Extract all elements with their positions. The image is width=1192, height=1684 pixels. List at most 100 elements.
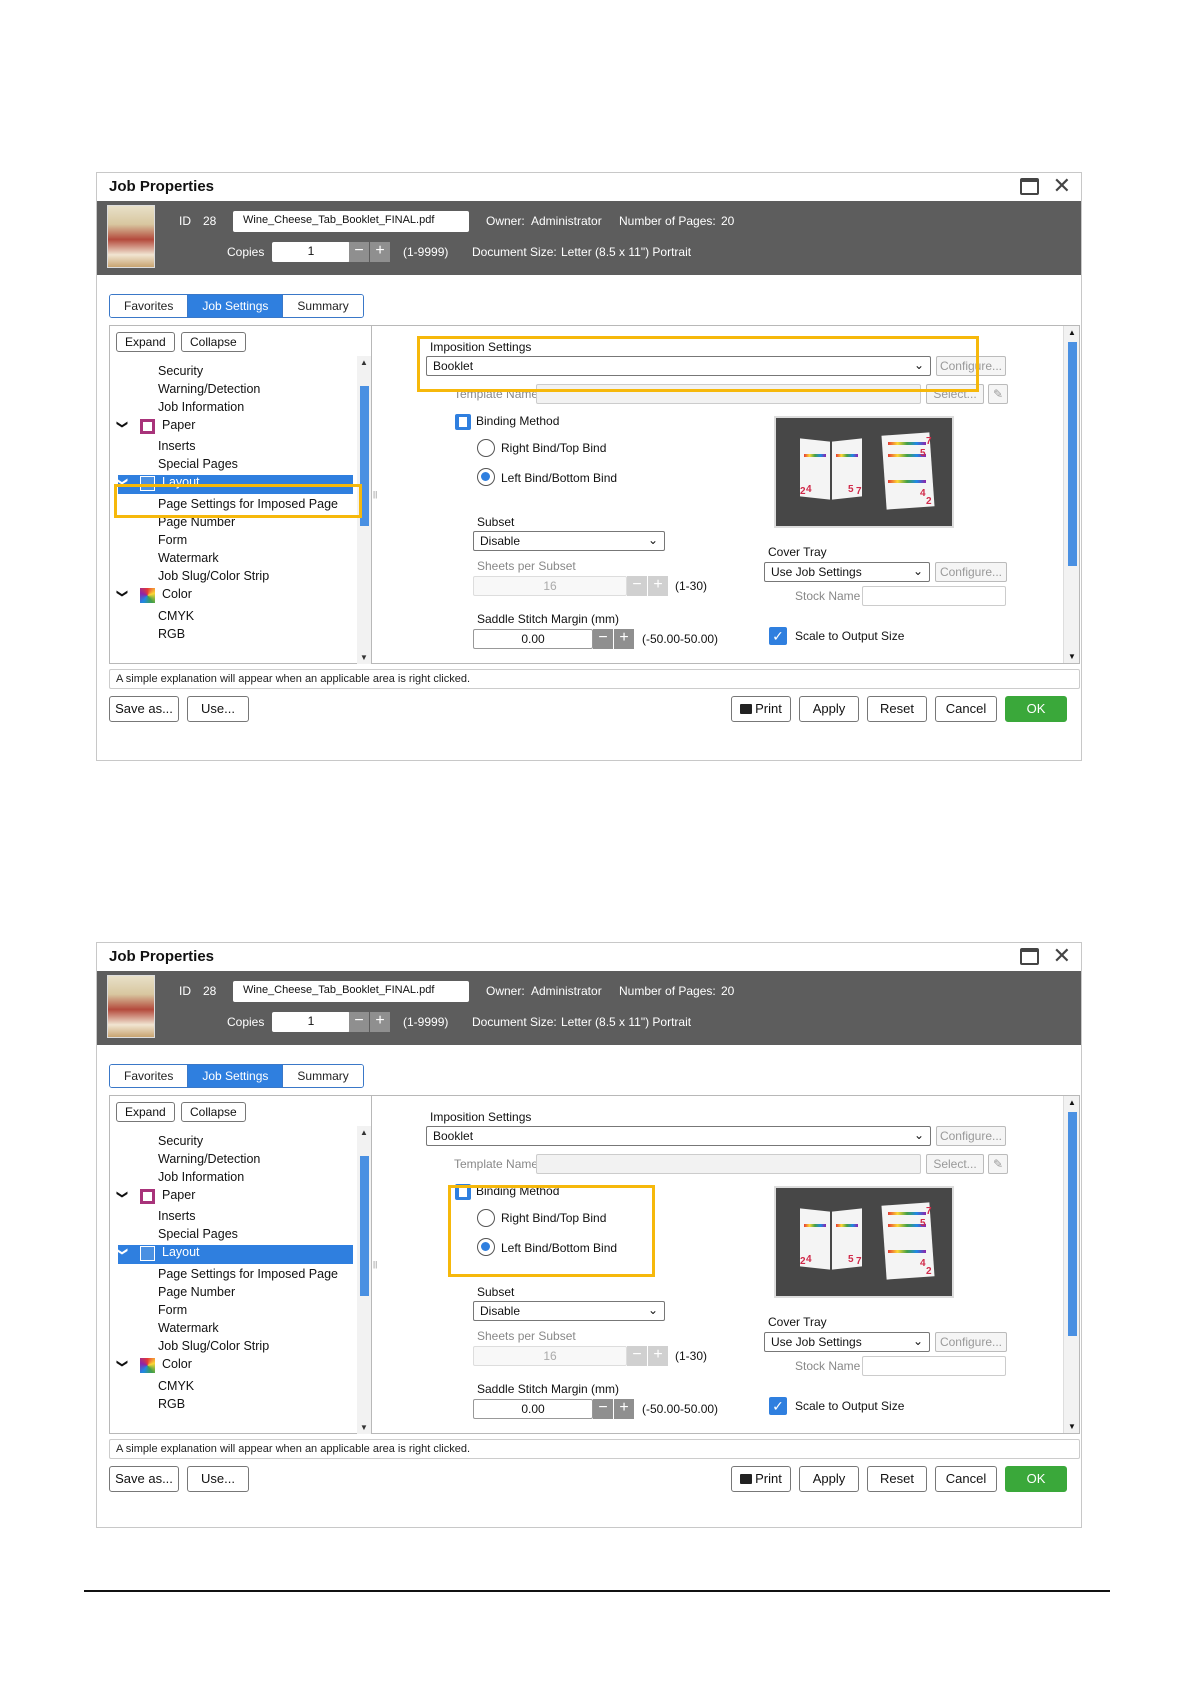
apply-button[interactable]: Apply <box>799 696 859 722</box>
template-select-button[interactable]: Select... <box>926 1154 984 1174</box>
tree-cat-color[interactable]: ❯ Color <box>116 1357 353 1376</box>
subset-select[interactable]: Disable ⌄ <box>473 531 665 551</box>
print-button[interactable]: Print <box>731 696 791 722</box>
radio-left-bind[interactable] <box>477 1238 495 1256</box>
tree-item-special-pages[interactable]: Special Pages <box>158 457 238 471</box>
filename-field[interactable]: Wine_Cheese_Tab_Booklet_FINAL.pdf <box>233 211 469 232</box>
cancel-button[interactable]: Cancel <box>935 1466 997 1492</box>
sheets-input[interactable]: 16 <box>473 1346 627 1366</box>
copies-minus-button[interactable]: − <box>349 242 369 262</box>
tree-cat-paper[interactable]: ❯ Paper <box>116 1188 353 1207</box>
tree-cat-layout[interactable]: ❯ Layout <box>116 475 353 494</box>
tree-item-security[interactable]: Security <box>158 1134 203 1148</box>
edit-icon[interactable]: ✎ <box>988 384 1008 404</box>
stock-input[interactable] <box>862 586 1006 606</box>
tree-item-warning-detection[interactable]: Warning/Detection <box>158 382 260 396</box>
copies-plus-button[interactable]: + <box>370 242 390 262</box>
tab-job-settings[interactable]: Job Settings <box>188 1065 284 1087</box>
scroll-down-icon[interactable]: ▼ <box>1068 652 1076 661</box>
tree-item-page-settings-imposed[interactable]: Page Settings for Imposed Page <box>158 497 338 511</box>
tab-summary[interactable]: Summary <box>283 1065 363 1087</box>
imposition-select[interactable]: Booklet ⌄ <box>426 356 931 376</box>
cover-configure-button[interactable]: Configure... <box>935 562 1007 582</box>
scroll-down-icon[interactable]: ▼ <box>1068 1422 1076 1431</box>
tree-cat-layout[interactable]: ❯ Layout <box>116 1245 353 1264</box>
tree-item-page-number[interactable]: Page Number <box>158 515 235 529</box>
tab-favorites[interactable]: Favorites <box>110 1065 189 1087</box>
reset-button[interactable]: Reset <box>867 696 927 722</box>
template-input[interactable] <box>536 1154 921 1174</box>
chevron-down-icon[interactable]: ❯ <box>116 1190 129 1199</box>
tree-scrollbar[interactable]: ▲ ▼ <box>357 356 371 664</box>
radio-right-bind[interactable] <box>477 439 495 457</box>
chevron-down-icon[interactable]: ❯ <box>116 1359 129 1368</box>
tree-scrollbar[interactable]: ▲ ▼ <box>357 1126 371 1434</box>
chevron-down-icon[interactable]: ❯ <box>116 477 129 486</box>
save-as-button[interactable]: Save as... <box>109 1466 179 1492</box>
tree-item-inserts[interactable]: Inserts <box>158 1209 196 1223</box>
saddle-minus-button[interactable]: − <box>593 629 613 649</box>
copies-minus-button[interactable]: − <box>349 1012 369 1032</box>
radio-right-bind[interactable] <box>477 1209 495 1227</box>
tree-scroll-thumb[interactable] <box>360 386 369 526</box>
scroll-down-icon[interactable]: ▼ <box>360 653 368 662</box>
scroll-up-icon[interactable]: ▲ <box>360 358 368 367</box>
tree-item-form[interactable]: Form <box>158 533 187 547</box>
close-icon[interactable]: ✕ <box>1053 943 1071 969</box>
tree-item-security[interactable]: Security <box>158 364 203 378</box>
apply-button[interactable]: Apply <box>799 1466 859 1492</box>
tree-item-job-slug[interactable]: Job Slug/Color Strip <box>158 569 269 583</box>
tree-item-job-slug[interactable]: Job Slug/Color Strip <box>158 1339 269 1353</box>
imposition-select[interactable]: Booklet ⌄ <box>426 1126 931 1146</box>
scroll-down-icon[interactable]: ▼ <box>360 1423 368 1432</box>
edit-icon[interactable]: ✎ <box>988 1154 1008 1174</box>
tree-cat-paper[interactable]: ❯ Paper <box>116 418 353 437</box>
scroll-up-icon[interactable]: ▲ <box>1068 1098 1076 1107</box>
save-as-button[interactable]: Save as... <box>109 696 179 722</box>
tree-item-rgb[interactable]: RGB <box>158 627 185 641</box>
chevron-down-icon[interactable]: ❯ <box>116 420 129 429</box>
content-scrollbar[interactable]: ▲ ▼ <box>1063 326 1079 663</box>
tree-item-page-settings-imposed[interactable]: Page Settings for Imposed Page <box>158 1267 338 1281</box>
saddle-input[interactable]: 0.00 <box>473 1399 593 1419</box>
expand-button[interactable]: Expand <box>116 332 175 352</box>
template-select-button[interactable]: Select... <box>926 384 984 404</box>
sheets-minus-button[interactable]: − <box>627 576 647 596</box>
template-input[interactable] <box>536 384 921 404</box>
sheets-input[interactable]: 16 <box>473 576 627 596</box>
cover-select[interactable]: Use Job Settings ⌄ <box>764 562 930 582</box>
imposition-configure-button[interactable]: Configure... <box>936 356 1006 376</box>
tree-item-job-information[interactable]: Job Information <box>158 400 244 414</box>
tree-item-cmyk[interactable]: CMYK <box>158 609 194 623</box>
content-scrollbar[interactable]: ▲ ▼ <box>1063 1096 1079 1433</box>
tree-scroll-thumb[interactable] <box>360 1156 369 1296</box>
tree-item-special-pages[interactable]: Special Pages <box>158 1227 238 1241</box>
radio-left-bind[interactable] <box>477 468 495 486</box>
tree-cat-color[interactable]: ❯ Color <box>116 587 353 606</box>
stock-input[interactable] <box>862 1356 1006 1376</box>
collapse-button[interactable]: Collapse <box>181 1102 246 1122</box>
tree-item-page-number[interactable]: Page Number <box>158 1285 235 1299</box>
tab-favorites[interactable]: Favorites <box>110 295 189 317</box>
ok-button[interactable]: OK <box>1005 1466 1067 1492</box>
cancel-button[interactable]: Cancel <box>935 696 997 722</box>
use-button[interactable]: Use... <box>187 696 249 722</box>
copies-input[interactable]: 1 <box>272 1012 350 1032</box>
scroll-up-icon[interactable]: ▲ <box>360 1128 368 1137</box>
chevron-down-icon[interactable]: ❯ <box>116 1247 129 1256</box>
sheets-plus-button[interactable]: + <box>648 1346 668 1366</box>
scroll-up-icon[interactable]: ▲ <box>1068 328 1076 337</box>
sheets-plus-button[interactable]: + <box>648 576 668 596</box>
tab-job-settings[interactable]: Job Settings <box>188 295 284 317</box>
tree-item-rgb[interactable]: RGB <box>158 1397 185 1411</box>
reset-button[interactable]: Reset <box>867 1466 927 1492</box>
cover-select[interactable]: Use Job Settings ⌄ <box>764 1332 930 1352</box>
scale-checkbox[interactable]: ✓ <box>769 1397 787 1415</box>
tree-item-watermark[interactable]: Watermark <box>158 551 219 565</box>
chevron-down-icon[interactable]: ❯ <box>116 589 129 598</box>
use-button[interactable]: Use... <box>187 1466 249 1492</box>
content-scroll-thumb[interactable] <box>1068 342 1077 566</box>
tree-item-job-information[interactable]: Job Information <box>158 1170 244 1184</box>
collapse-button[interactable]: Collapse <box>181 332 246 352</box>
filename-field[interactable]: Wine_Cheese_Tab_Booklet_FINAL.pdf <box>233 981 469 1002</box>
